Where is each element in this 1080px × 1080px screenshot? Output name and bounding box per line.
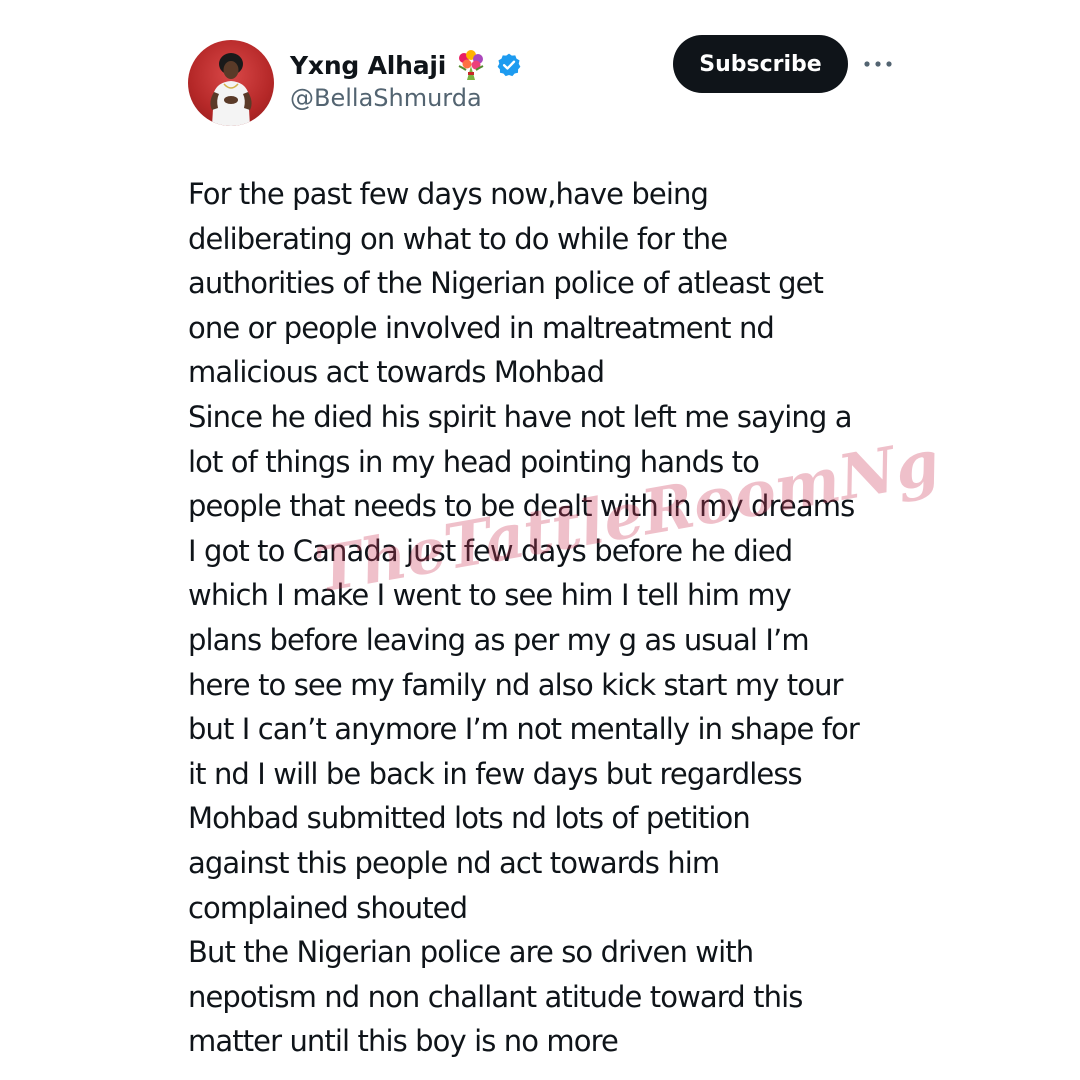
avatar[interactable]: [188, 40, 274, 126]
tweet-line: against this people nd act towards him: [188, 845, 720, 880]
tweet-line: people that needs to be dealt with in my…: [188, 489, 855, 524]
subscribe-button[interactable]: Subscribe: [673, 35, 848, 93]
tweet-line: authorities of the Nigerian police of at…: [188, 266, 824, 301]
tweet-line: lot of things in my head pointing hands …: [188, 444, 760, 479]
tweet-header: Yxng Alhaji @BellaShmurda Subscribe: [0, 0, 1080, 160]
tweet-line: malicious act towards Mohbad: [188, 355, 605, 390]
author-display-name[interactable]: Yxng Alhaji: [290, 51, 446, 80]
tweet-text: For the past few days now,have being del…: [188, 172, 1048, 1064]
tweet-line: plans before leaving as per my g as usua…: [188, 622, 810, 657]
tweet-line: Since he died his spirit have not left m…: [188, 399, 852, 434]
tweet-line: complained shouted: [188, 890, 468, 925]
bouquet-icon: [454, 48, 488, 82]
tweet-line: For the past few days now,have being: [188, 177, 709, 211]
verified-badge-icon: [496, 52, 522, 78]
tweet-line: deliberating on what to do while for the: [188, 221, 728, 256]
tweet-line: But the Nigerian police are so driven wi…: [188, 935, 754, 970]
tweet-line: but I can’t anymore I’m not mentally in …: [188, 712, 860, 747]
tweet-line: nepotism nd non challant atitude toward …: [188, 979, 803, 1014]
more-horizontal-icon[interactable]: [862, 50, 894, 78]
tweet-line: it nd I will be back in few days but reg…: [188, 756, 803, 791]
tweet-line: which I make I went to see him I tell hi…: [188, 578, 792, 613]
tweet-line: matter until this boy is no more: [188, 1024, 619, 1059]
author-handle[interactable]: @BellaShmurda: [290, 84, 482, 112]
avatar-image: [210, 53, 252, 126]
tweet-line: here to see my family nd also kick start…: [188, 667, 843, 702]
tweet-line: Mohbad submitted lots nd lots of petitio…: [188, 801, 751, 836]
tweet-line: one or people involved in maltreatment n…: [188, 310, 775, 345]
tweet-line: I got to Canada just few days before he …: [188, 533, 793, 568]
author-name-row: Yxng Alhaji: [290, 45, 522, 85]
